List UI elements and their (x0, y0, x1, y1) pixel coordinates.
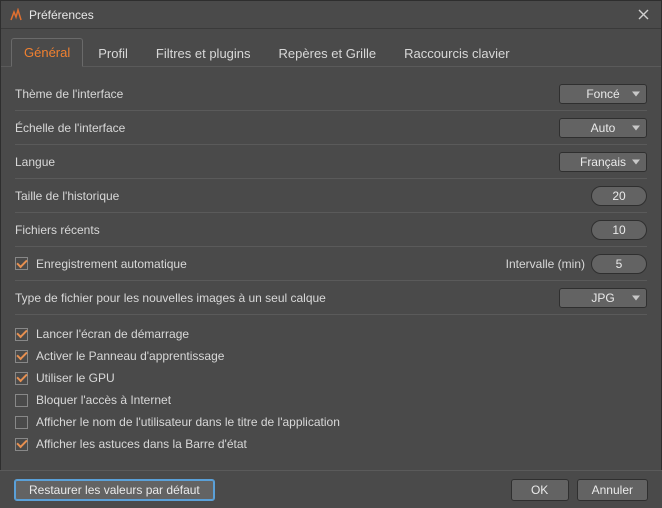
autosave-checkbox[interactable] (15, 257, 28, 270)
chevron-down-icon (632, 159, 640, 164)
check-learning: Activer le Panneau d'apprentissage (15, 345, 647, 367)
check-gpu-label: Utiliser le GPU (36, 371, 115, 385)
row-autosave: Enregistrement automatique Intervalle (m… (15, 247, 647, 281)
interval-value: 5 (616, 257, 623, 271)
tab-filters[interactable]: Filtres et plugins (143, 39, 264, 67)
newfile-label: Type de fichier pour les nouvelles image… (15, 291, 559, 305)
theme-select[interactable]: Foncé (559, 84, 647, 104)
app-logo-icon (9, 8, 23, 22)
row-recent: Fichiers récents 10 (15, 213, 647, 247)
history-label: Taille de l'historique (15, 189, 591, 203)
tab-general[interactable]: Général (11, 38, 83, 67)
tab-shortcuts[interactable]: Raccourcis clavier (391, 39, 522, 67)
chevron-down-icon (632, 125, 640, 130)
scale-value: Auto (591, 121, 616, 135)
check-learning-label: Activer le Panneau d'apprentissage (36, 349, 224, 363)
tabs-bar: Général Profil Filtres et plugins Repère… (1, 29, 661, 67)
row-scale: Échelle de l'interface Auto (15, 111, 647, 145)
newfile-value: JPG (591, 291, 614, 305)
check-internet-label: Bloquer l'accès à Internet (36, 393, 171, 407)
check-gpu-box[interactable] (15, 372, 28, 385)
theme-value: Foncé (586, 87, 619, 101)
recent-input[interactable]: 10 (591, 220, 647, 240)
tab-guides[interactable]: Repères et Grille (266, 39, 390, 67)
tab-profile[interactable]: Profil (85, 39, 141, 67)
row-theme: Thème de l'interface Foncé (15, 77, 647, 111)
row-newfile: Type de fichier pour les nouvelles image… (15, 281, 647, 315)
autosave-label: Enregistrement automatique (36, 257, 506, 271)
language-label: Langue (15, 155, 559, 169)
check-internet-box[interactable] (15, 394, 28, 407)
interval-input[interactable]: 5 (591, 254, 647, 274)
theme-label: Thème de l'interface (15, 87, 559, 101)
check-tips-box[interactable] (15, 438, 28, 451)
checklist: Lancer l'écran de démarrage Activer le P… (15, 315, 647, 455)
check-startup-label: Lancer l'écran de démarrage (36, 327, 189, 341)
window-title: Préférences (29, 8, 633, 22)
check-username-box[interactable] (15, 416, 28, 429)
scale-label: Échelle de l'interface (15, 121, 559, 135)
check-learning-box[interactable] (15, 350, 28, 363)
history-input[interactable]: 20 (591, 186, 647, 206)
ok-button[interactable]: OK (511, 479, 569, 501)
row-language: Langue Français (15, 145, 647, 179)
check-tips-label: Afficher les astuces dans la Barre d'éta… (36, 437, 247, 451)
interval-label: Intervalle (min) (506, 257, 585, 271)
recent-label: Fichiers récents (15, 223, 591, 237)
chevron-down-icon (632, 295, 640, 300)
check-username: Afficher le nom de l'utilisateur dans le… (15, 411, 647, 433)
check-username-label: Afficher le nom de l'utilisateur dans le… (36, 415, 340, 429)
chevron-down-icon (632, 91, 640, 96)
check-startup-box[interactable] (15, 328, 28, 341)
restore-defaults-button[interactable]: Restaurer les valeurs par défaut (14, 479, 215, 501)
check-gpu: Utiliser le GPU (15, 367, 647, 389)
check-tips: Afficher les astuces dans la Barre d'éta… (15, 433, 647, 455)
newfile-select[interactable]: JPG (559, 288, 647, 308)
check-internet: Bloquer l'accès à Internet (15, 389, 647, 411)
close-button[interactable] (633, 5, 653, 25)
titlebar: Préférences (1, 1, 661, 29)
language-select[interactable]: Français (559, 152, 647, 172)
cancel-button[interactable]: Annuler (577, 479, 648, 501)
close-icon (638, 9, 649, 20)
content-area: Thème de l'interface Foncé Échelle de l'… (1, 67, 661, 455)
language-value: Français (580, 155, 626, 169)
footer: Restaurer les valeurs par défaut OK Annu… (0, 470, 662, 508)
check-startup: Lancer l'écran de démarrage (15, 323, 647, 345)
history-value: 20 (612, 189, 625, 203)
row-history: Taille de l'historique 20 (15, 179, 647, 213)
recent-value: 10 (612, 223, 625, 237)
scale-select[interactable]: Auto (559, 118, 647, 138)
